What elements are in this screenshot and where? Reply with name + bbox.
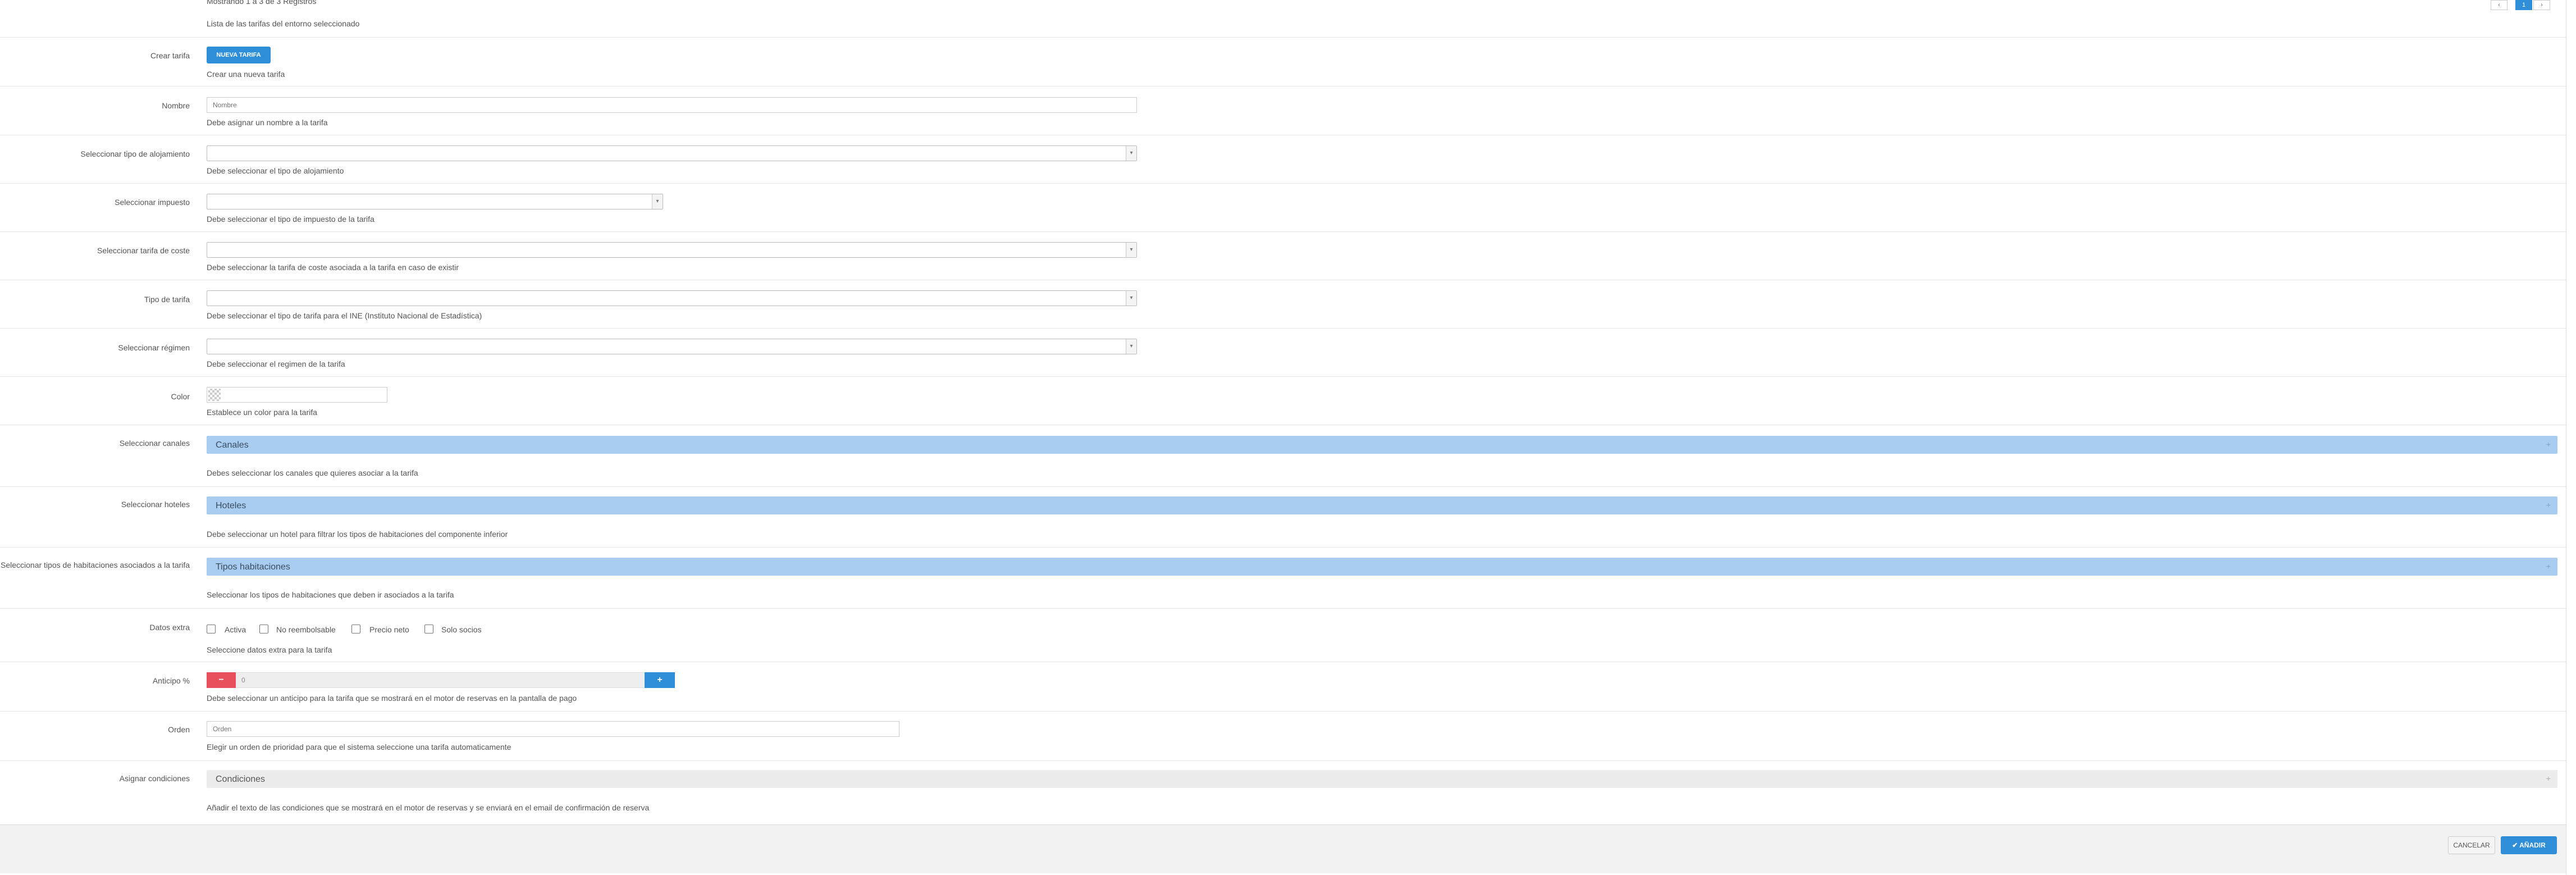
habitaciones-panel[interactable]: Tipos habitaciones + — [207, 558, 2557, 576]
tipo-tarifa-help: Debe seleccionar el tipo de tarifa para … — [207, 311, 482, 320]
add-button[interactable]: ✔ AÑADIR — [2501, 836, 2557, 854]
solo-socios-label: Solo socios — [441, 625, 482, 634]
canales-panel-title: Canales — [216, 440, 249, 450]
divider — [0, 486, 2566, 487]
transparent-swatch-icon — [208, 389, 221, 401]
hoteles-label: Seleccionar hoteles — [121, 500, 190, 509]
divider — [0, 547, 2566, 548]
coste-label: Seleccionar tarifa de coste — [97, 246, 190, 255]
list-help: Lista de las tarifas del entorno selecci… — [207, 19, 360, 28]
divider — [0, 608, 2566, 609]
cancel-button[interactable]: CANCELAR — [2448, 836, 2495, 854]
records-info: Mostrando 1 a 3 de 3 Registros — [207, 0, 317, 6]
hoteles-panel-title: Hoteles — [216, 501, 246, 511]
alojamiento-help: Debe seleccionar el tipo de alojamiento — [207, 166, 344, 175]
nombre-help: Debe asignar un nombre a la tarifa — [207, 118, 328, 127]
coste-help: Debe seleccionar la tarifa de coste asoc… — [207, 263, 459, 272]
alojamiento-select[interactable]: ▾ — [207, 145, 1137, 161]
regimen-select[interactable]: ▾ — [207, 339, 1137, 354]
crear-tarifa-help: Crear una nueva tarifa — [207, 70, 285, 79]
expand-icon[interactable]: + — [2546, 774, 2551, 783]
canales-help: Debes seleccionar los canales que quiere… — [207, 468, 418, 477]
precio-neto-checkbox[interactable] — [351, 625, 360, 634]
condiciones-panel-title: Condiciones — [216, 774, 266, 784]
chevron-down-icon: ▾ — [652, 194, 663, 209]
orden-label: Orden — [168, 725, 190, 734]
color-picker[interactable] — [207, 387, 387, 403]
divider — [0, 760, 2566, 761]
regimen-label: Seleccionar régimen — [118, 343, 190, 352]
coste-select[interactable]: ▾ — [207, 242, 1137, 258]
regimen-help: Debe seleccionar el regimen de la tarifa — [207, 359, 345, 368]
chevron-down-icon: ▾ — [1126, 291, 1136, 306]
hoteles-panel[interactable]: Hoteles + — [207, 496, 2557, 514]
decrement-button[interactable]: − — [207, 672, 236, 688]
anticipo-input[interactable]: 0 — [236, 672, 645, 688]
condiciones-help: Añadir el texto de las condiciones que s… — [207, 803, 650, 812]
orden-help: Elegir un orden de prioridad para que el… — [207, 742, 511, 751]
divider — [0, 231, 2566, 232]
divider — [0, 37, 2566, 38]
scrollbar-track[interactable] — [2566, 0, 2576, 875]
color-label: Color — [171, 392, 190, 401]
divider — [0, 376, 2566, 377]
precio-neto-label: Precio neto — [369, 625, 409, 634]
habitaciones-label: Seleccionar tipos de habitaciones asocia… — [1, 560, 190, 569]
datos-extra-help: Seleccione datos extra para la tarifa — [207, 645, 332, 654]
nombre-label: Nombre — [162, 101, 190, 110]
no-reembolsable-checkbox[interactable] — [259, 625, 268, 634]
divider — [0, 711, 2566, 712]
habitaciones-help: Seleccionar los tipos de habitaciones qu… — [207, 590, 454, 599]
activa-label: Activa — [225, 625, 246, 634]
expand-icon[interactable]: + — [2546, 562, 2551, 571]
divider — [0, 183, 2566, 184]
impuesto-help: Debe seleccionar el tipo de impuesto de … — [207, 215, 374, 224]
no-reembolsable-label: No reembolsable — [276, 625, 336, 634]
impuesto-label: Seleccionar impuesto — [115, 198, 190, 207]
canales-label: Seleccionar canales — [119, 439, 190, 448]
condiciones-panel[interactable]: Condiciones + — [207, 770, 2557, 788]
anticipo-label: Anticipo % — [152, 676, 190, 685]
hoteles-help: Debe seleccionar un hotel para filtrar l… — [207, 530, 508, 539]
nombre-input[interactable] — [207, 97, 1137, 113]
habitaciones-panel-title: Tipos habitaciones — [216, 562, 290, 572]
nueva-tarifa-button[interactable]: NUEVA TARIFA — [207, 47, 271, 63]
activa-checkbox[interactable] — [207, 625, 216, 634]
pager-next[interactable]: › — [2533, 0, 2550, 10]
expand-icon[interactable]: + — [2546, 440, 2551, 449]
color-help: Establece un color para la tarifa — [207, 408, 317, 417]
pager-page-1[interactable]: 1 — [2515, 0, 2532, 10]
tipo-tarifa-select[interactable]: ▾ — [207, 290, 1137, 306]
chevron-down-icon: ▾ — [1126, 243, 1136, 257]
condiciones-label: Asignar condiciones — [119, 774, 190, 783]
anticipo-help: Debe seleccionar un anticipo para la tar… — [207, 694, 577, 703]
datos-extra-label: Datos extra — [149, 623, 190, 632]
chevron-down-icon: ▾ — [1126, 146, 1136, 161]
form-footer: CANCELAR ✔ AÑADIR — [0, 824, 2566, 873]
divider — [0, 328, 2566, 329]
alojamiento-label: Seleccionar tipo de alojamiento — [80, 149, 190, 158]
crear-tarifa-label: Crear tarifa — [150, 51, 190, 60]
tipo-tarifa-label: Tipo de tarifa — [144, 295, 190, 304]
pager-prev[interactable]: ‹ — [2491, 0, 2508, 10]
impuesto-select[interactable]: ▾ — [207, 194, 663, 209]
expand-icon[interactable]: + — [2546, 500, 2551, 509]
solo-socios-checkbox[interactable] — [424, 625, 433, 634]
orden-input[interactable] — [207, 721, 899, 737]
increment-button[interactable]: + — [645, 672, 675, 688]
canales-panel[interactable]: Canales + — [207, 436, 2557, 454]
chevron-down-icon: ▾ — [1126, 339, 1136, 354]
